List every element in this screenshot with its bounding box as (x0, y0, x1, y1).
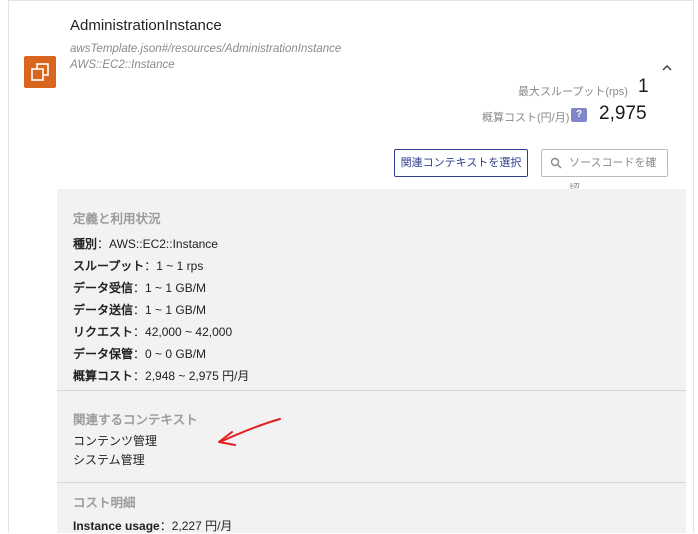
cost-detail-title: コスト明細 (73, 496, 136, 510)
section-divider (57, 390, 686, 391)
context-item: コンテンツ管理 (73, 434, 158, 448)
ec2-instance-icon (24, 56, 56, 88)
definition-row: スループット：1 ~ 1 rps (73, 259, 204, 273)
definition-row: データ保管：0 ~ 0 GB/M (73, 347, 207, 361)
definition-row: リクエスト：42,000 ~ 42,000 (73, 325, 233, 339)
definition-row: 概算コスト：2,948 ~ 2,975 円/月 (73, 369, 250, 383)
resource-type: AWS::EC2::Instance (70, 59, 175, 71)
context-item: システム管理 (73, 453, 145, 467)
annotation-arrow-icon (218, 418, 281, 446)
cost-detail-row: Instance usage：2,227 円/月 (73, 519, 233, 533)
throughput-value: 1 (638, 76, 649, 97)
select-context-button[interactable]: 関連コンテキストを選択 (394, 149, 528, 177)
definition-row: データ受信：1 ~ 1 GB/M (73, 281, 207, 295)
cost-value: 2,975 (599, 103, 647, 124)
throughput-label: 最大スループット(rps) (518, 86, 628, 98)
resource-name: AdministrationInstance (70, 17, 222, 34)
definition-row: データ送信：1 ~ 1 GB/M (73, 303, 207, 317)
resource-path: awsTemplate.json#/resources/Administrati… (70, 43, 342, 55)
definition-title: 定義と利用状況 (73, 212, 161, 226)
help-icon[interactable]: ? (571, 108, 587, 122)
chevron-up-icon[interactable] (661, 62, 673, 74)
view-source-button[interactable]: ソースコードを確認 (541, 149, 668, 195)
cost-label: 概算コスト(円/月) (482, 112, 570, 124)
context-title: 関連するコンテキスト (73, 413, 198, 427)
definition-row: 種別：AWS::EC2::Instance (73, 237, 218, 251)
details-panel: 定義と利用状況 種別：AWS::EC2::Instance スループット：1 ~… (57, 189, 686, 533)
section-divider (57, 482, 686, 483)
search-icon (550, 157, 562, 169)
